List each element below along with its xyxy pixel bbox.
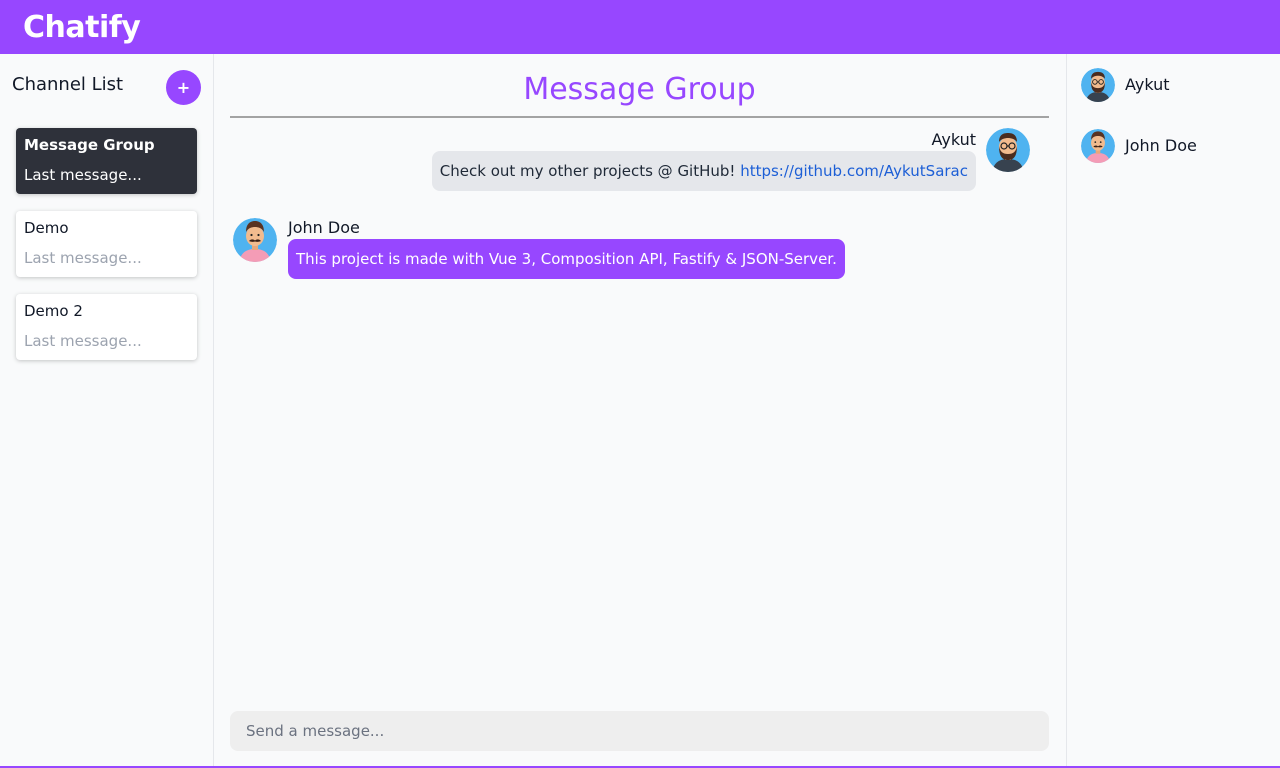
channel-last-message: Last message... [24,166,142,184]
github-link[interactable]: https://github.com/AykutSarac [740,162,968,180]
bearded-man-avatar [986,128,1030,172]
channel-sidebar: Channel List + Message Group Last messag… [0,54,214,768]
channel-last-message: Last message... [24,249,142,267]
message-sender: Aykut [931,130,976,149]
message-input[interactable] [230,711,1049,751]
room-title: Message Group [230,70,1049,118]
top-bar: Chatify [0,0,1280,54]
mustache-man-avatar [1081,129,1115,163]
message-bubble: This project is made with Vue 3, Composi… [288,239,845,279]
app-brand[interactable]: Chatify [23,10,141,45]
member-list: Aykut John Doe [1066,54,1280,768]
sidebar-title: Channel List [12,74,124,95]
message-text: Check out my other projects @ GitHub! [439,162,741,180]
member-name: Aykut [1125,75,1170,94]
member-name: John Doe [1125,136,1197,155]
message-bubble: Check out my other projects @ GitHub! ht… [431,151,976,191]
channel-item-message-group[interactable]: Message Group Last message... [16,128,197,194]
channel-item-demo-2[interactable]: Demo 2 Last message... [16,294,197,360]
channel-item-demo[interactable]: Demo Last message... [16,211,197,277]
bearded-man-avatar [1081,68,1115,102]
chat-panel: Message Group Aykut Check out my other p… [214,54,1066,768]
message-sender: John Doe [288,218,360,237]
mustache-man-avatar [233,218,277,262]
channel-name: Message Group [24,136,155,154]
sidebar-header: Channel List + [12,70,202,106]
channel-name: Demo [24,219,69,237]
channel-last-message: Last message... [24,332,142,350]
channel-name: Demo 2 [24,302,83,320]
message-text: This project is made with Vue 3, Composi… [296,250,837,268]
member-item-john-doe[interactable]: John Doe [1081,129,1271,167]
member-item-aykut[interactable]: Aykut [1081,68,1271,106]
add-channel-button[interactable]: + [166,70,201,105]
